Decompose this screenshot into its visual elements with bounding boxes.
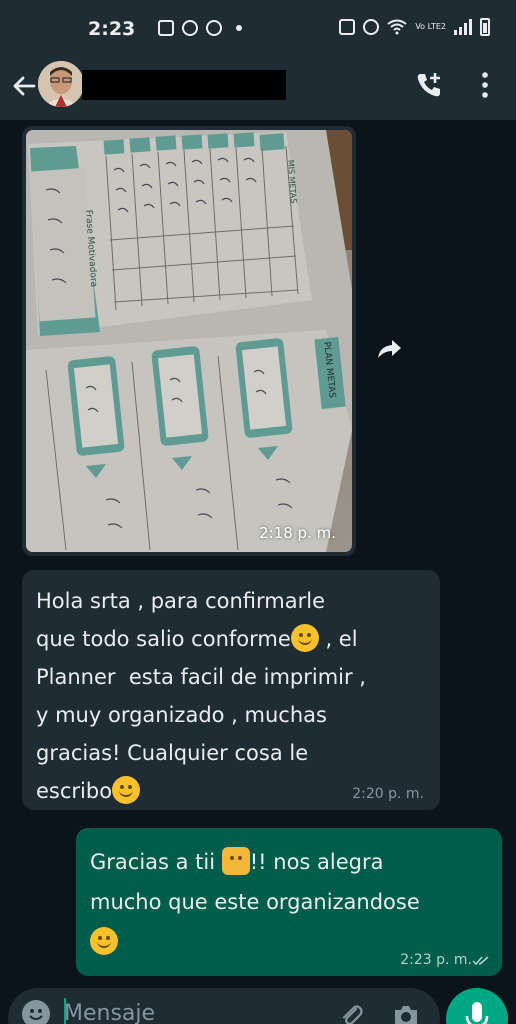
photo-message[interactable]: Frase Motivadora MIS METAS PLAN METAS 2:… <box>22 126 356 556</box>
emoji-icon[interactable] <box>22 1000 50 1024</box>
paperclip-icon[interactable] <box>338 1002 364 1024</box>
flame-notification-icon <box>206 20 222 36</box>
incoming-message[interactable]: Hola srta , para confirmarle que todo sa… <box>22 570 440 810</box>
chat-body: Frase Motivadora MIS METAS PLAN METAS 2:… <box>0 120 516 1024</box>
message-composer <box>8 988 440 1024</box>
status-right-icons: Vo LTE2 <box>339 18 490 36</box>
read-ticks-icon <box>472 956 489 966</box>
volte-label: Vo LTE2 <box>415 22 446 31</box>
signal-icon <box>454 19 472 35</box>
camera-icon[interactable] <box>392 1002 420 1024</box>
forward-icon[interactable] <box>372 332 406 366</box>
status-bar: 2:23 Vo LTE2 <box>0 0 516 56</box>
mic-button[interactable] <box>446 988 508 1024</box>
avatar[interactable] <box>38 61 84 107</box>
outgoing-text-part-1: Gracias a tii <box>90 850 222 874</box>
gallery-notification-icon <box>158 20 174 36</box>
text-caret <box>64 998 66 1024</box>
avatar-photo <box>38 61 84 107</box>
add-call-icon[interactable] <box>414 70 444 100</box>
status-time: 2:23 <box>88 18 136 40</box>
wifi-icon <box>387 19 407 35</box>
planner-image: Frase Motivadora MIS METAS PLAN METAS <box>26 130 352 552</box>
planner-photo[interactable]: Frase Motivadora MIS METAS PLAN METAS 2:… <box>26 130 352 552</box>
status-left-icons <box>158 20 242 36</box>
chat-header <box>0 56 516 120</box>
hugging-emoji-icon <box>90 927 118 955</box>
back-arrow-icon[interactable] <box>10 72 38 100</box>
photo-timestamp: 2:18 p. m. <box>259 524 336 542</box>
outgoing-message-text: Gracias a tii !! nos alegra mucho que es… <box>90 842 488 962</box>
more-notifications-icon <box>236 25 242 31</box>
battery-icon <box>480 18 490 36</box>
smile-emoji-icon <box>112 776 141 804</box>
incoming-text-part-2: , el Planner esta facil de imprimir , y … <box>36 627 366 803</box>
incoming-message-text: Hola srta , para confirmarle que todo sa… <box>36 582 426 810</box>
contact-name-redacted[interactable] <box>82 70 286 100</box>
outgoing-timestamp: 2:23 p. m. <box>400 952 472 968</box>
b-notification-icon <box>182 20 198 36</box>
incoming-text-part-1: Hola srta , para confirmarle que todo sa… <box>36 589 326 651</box>
lock-icon <box>339 19 356 35</box>
alarm-icon <box>363 19 380 35</box>
smirk-emoji-icon <box>290 624 319 652</box>
mic-icon <box>465 1002 489 1024</box>
outgoing-message[interactable]: Gracias a tii !! nos alegra mucho que es… <box>76 828 502 976</box>
message-input[interactable] <box>64 998 324 1024</box>
more-vert-icon[interactable] <box>478 70 492 100</box>
handshake-emoji-icon <box>221 847 250 875</box>
incoming-timestamp: 2:20 p. m. <box>352 786 424 802</box>
